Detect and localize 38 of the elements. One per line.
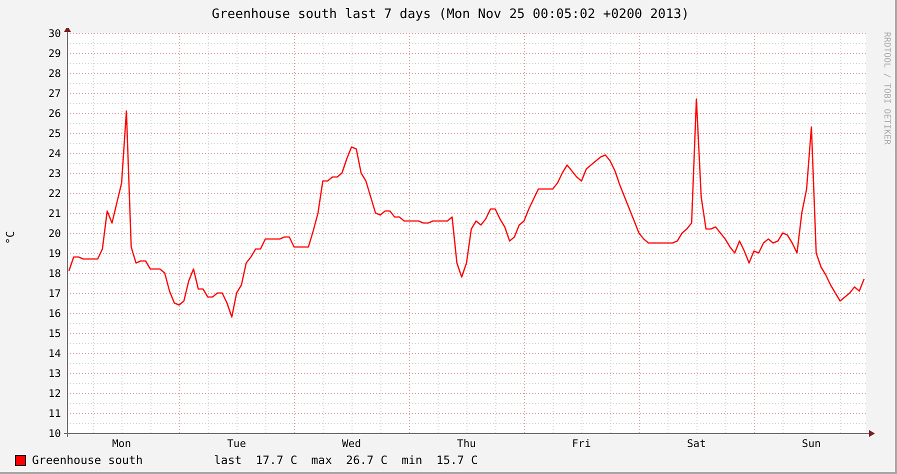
x-tick-label: Fri — [572, 438, 591, 448]
y-tick-label: 30 — [48, 28, 61, 40]
y-tick-label: 29 — [48, 48, 61, 60]
chart-title: Greenhouse south last 7 days (Mon Nov 25 00:05:02 +0200 2013) — [210, 6, 690, 24]
y-tick-label: 19 — [48, 248, 61, 260]
x-tick-label: Wed — [342, 438, 362, 448]
y-tick-label: 10 — [48, 428, 61, 440]
x-tick-label: Sat — [686, 438, 706, 448]
y-tick-label: 20 — [48, 228, 61, 240]
y-tick-label: 18 — [48, 268, 61, 280]
y-tick-label: 27 — [48, 88, 61, 100]
y-tick-label: 24 — [48, 148, 61, 160]
y-tick-label: 26 — [48, 108, 61, 120]
y-tick-label: 11 — [48, 408, 61, 420]
y-tick-label: 25 — [48, 128, 61, 140]
stat-value: 26.7 C — [346, 453, 388, 467]
stat-label: max — [311, 453, 332, 467]
y-tick-label: 17 — [48, 288, 61, 300]
stat-label: min — [402, 453, 422, 467]
stat-label: last — [214, 453, 242, 467]
legend-label: Greenhouse south — [32, 453, 144, 467]
y-tick-label: 12 — [48, 388, 61, 400]
y-tick-label: 21 — [48, 208, 61, 220]
y-tick-label: 13 — [48, 368, 61, 380]
y-tick-label: 16 — [48, 308, 61, 320]
unit-label: °C — [4, 231, 16, 245]
x-tick-label: Sun — [802, 438, 821, 448]
y-tick-label: 14 — [48, 348, 61, 360]
x-tick-label: Thu — [457, 438, 476, 448]
y-tick-label: 23 — [48, 168, 61, 180]
y-tick-label: 15 — [48, 328, 61, 340]
x-tick-label: Tue — [227, 438, 246, 448]
x-tick-label: Mon — [112, 438, 132, 448]
stat-value: 15.7 C — [436, 453, 478, 467]
y-tick-label: 28 — [48, 68, 61, 80]
stat-value: 17.7 C — [256, 453, 298, 467]
credit-label: RRDTOOL / TOBI OETIKER — [882, 32, 892, 145]
y-tick-label: 22 — [48, 188, 61, 200]
